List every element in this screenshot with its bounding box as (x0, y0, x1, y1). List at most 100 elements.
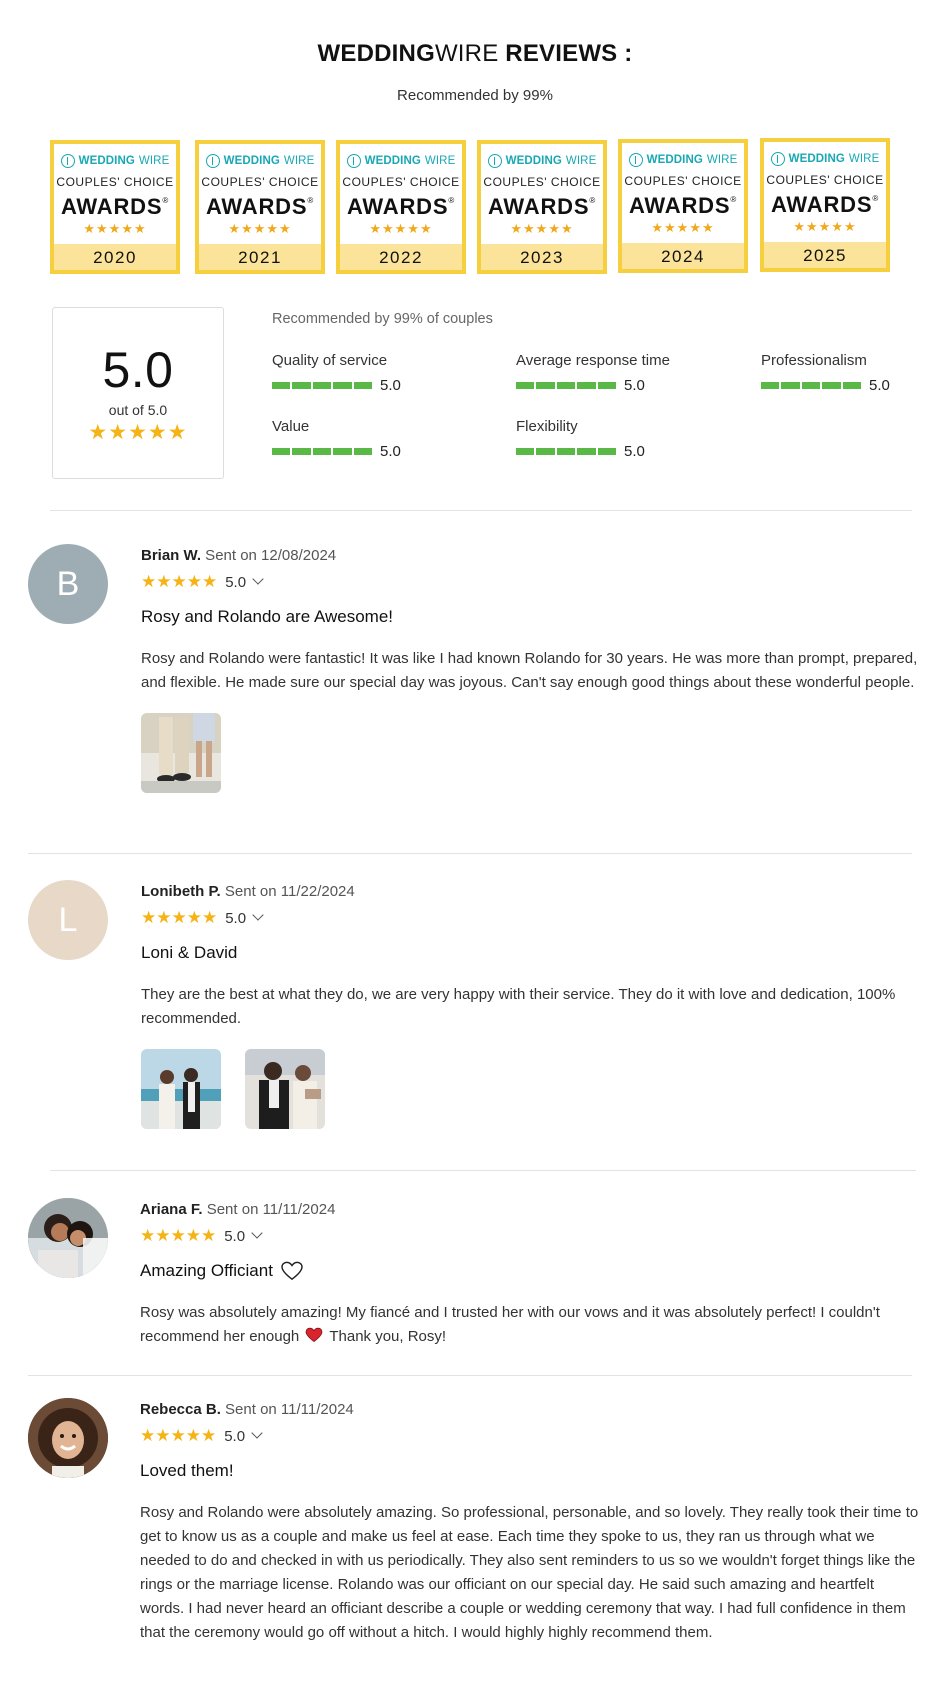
metric-average-response-time: Average response time 5.0 (516, 352, 736, 394)
heart-outline-icon (281, 1261, 303, 1281)
review-rating[interactable]: ★★★★★ 5.0 (141, 908, 941, 928)
registered-mark: ® (448, 196, 456, 205)
chevron-down-icon[interactable] (252, 909, 264, 921)
review-title-text: Loni & David (141, 943, 238, 962)
weddingwire-mark-icon (346, 154, 361, 168)
brand-light: WIRE (283, 155, 315, 167)
badge-awards: AWARDS (770, 192, 873, 217)
review-rating[interactable]: ★★★★★ 5.0 (141, 572, 941, 592)
badge-stars: ★★★★★ (228, 221, 292, 236)
page-subtitle: Recommended by 99% (397, 87, 553, 104)
registered-mark: ® (162, 196, 170, 205)
divider (28, 853, 912, 854)
review-photo[interactable] (141, 1049, 221, 1129)
review-photos (141, 1049, 941, 1129)
review-body: Rebecca B. Sent on 11/11/2024 ★★★★★ 5.0 … (140, 1398, 940, 1645)
badge-awards: AWARDS (60, 194, 163, 219)
review-title-text: Loved them! (140, 1461, 234, 1480)
review-rating[interactable]: ★★★★★ 5.0 (140, 1426, 940, 1446)
metric-value: 5.0 (380, 443, 401, 460)
reviewer-name: Rebecca B. (140, 1401, 221, 1418)
review-title: Rosy and Rolando are Awesome! (141, 607, 941, 627)
review-text: Rosy and Rolando were absolutely amazing… (140, 1504, 919, 1641)
review-card: L Lonibeth P. Sent on 11/22/2024 ★★★★★ 5… (28, 880, 908, 1170)
reviewer-name: Brian W. (141, 547, 202, 564)
badge-line2: AWARDS® (54, 189, 176, 219)
rating-stars: ★★★★★ (140, 1226, 217, 1245)
badge-stars: ★★★★★ (651, 220, 715, 235)
weddingwire-logo: WEDDING WIRE (199, 154, 321, 168)
rating-stars: ★★★★★ (141, 908, 218, 927)
award-badge-2021: WEDDING WIRE COUPLES' CHOICE AWARDS® ★★★★… (195, 140, 325, 274)
overall-score-card: 5.0 out of 5.0 ★★★★★ (52, 307, 224, 479)
award-badge-2025: WEDDING WIRE COUPLES' CHOICE AWARDS® ★★★★… (760, 138, 890, 272)
avatar (28, 1198, 108, 1278)
badge-stars: ★★★★★ (793, 219, 857, 234)
chevron-down-icon[interactable] (251, 1227, 263, 1239)
page-title: WEDDINGWIRE REVIEWS : (0, 40, 950, 68)
review-text: Rosy and Rolando were fantastic! It was … (141, 650, 918, 691)
badge-line1: COUPLES' CHOICE (342, 175, 460, 189)
metric-value: 5.0 (380, 377, 401, 394)
metric-bar (272, 382, 373, 389)
award-badge-2022: WEDDING WIRE COUPLES' CHOICE AWARDS® ★★★★… (336, 140, 466, 274)
metric-value: 5.0 (624, 377, 645, 394)
rating-stars: ★★★★★ (141, 572, 218, 591)
metric-label: Average response time (516, 352, 670, 369)
badge-line1: COUPLES' CHOICE (766, 173, 884, 187)
recommended-line: Recommended by 99% of couples (272, 311, 493, 327)
review-text-part2: Thank you, Rosy! (329, 1328, 447, 1345)
badge-awards: AWARDS (346, 194, 449, 219)
review-title-text: Amazing Officiant (140, 1261, 273, 1280)
review-date: Sent on 11/22/2024 (220, 883, 355, 900)
weddingwire-mark-icon (60, 154, 75, 168)
review-header: Brian W. Sent on 12/08/2024 (141, 547, 941, 564)
metric-label: Professionalism (761, 352, 867, 369)
photo-legs-icon (141, 713, 221, 793)
brand-light: WIRE (706, 154, 738, 166)
review-date: Sent on 11/11/2024 (220, 1401, 354, 1418)
brand-light: WIRE (138, 155, 170, 167)
brand-bold: WEDDING (364, 155, 421, 167)
review-date: Sent on 12/08/2024 (201, 547, 337, 564)
brand-bold: WEDDING (78, 155, 135, 167)
award-badges: WEDDING WIRE COUPLES' CHOICE AWARDS® ★★★★… (50, 138, 900, 274)
badge-awards: AWARDS (628, 193, 731, 218)
badge-line2: AWARDS® (481, 189, 603, 219)
badge-year: 2024 (622, 243, 744, 269)
rating-score: 5.0 (224, 1227, 246, 1245)
registered-mark: ® (589, 196, 597, 205)
overall-stars: ★★★★★ (88, 421, 188, 444)
photo-ceremony-icon (141, 1049, 221, 1129)
photo-officiant-icon (245, 1049, 325, 1129)
badge-year: 2020 (54, 244, 176, 270)
reviewer-name: Ariana F. (140, 1201, 203, 1218)
weddingwire-mark-icon (487, 154, 502, 168)
metric-label: Value (272, 418, 310, 435)
review-photo[interactable] (141, 713, 221, 793)
badge-year: 2022 (340, 244, 462, 270)
avatar-photo-woman-icon (28, 1398, 108, 1478)
badge-line2: AWARDS® (340, 189, 462, 219)
review-photo[interactable] (245, 1049, 325, 1129)
review-card: B Brian W. Sent on 12/08/2024 ★★★★★ 5.0 … (28, 544, 917, 824)
title-bold: WEDDING (317, 40, 435, 67)
registered-mark: ® (307, 196, 315, 205)
review-card: Rebecca B. Sent on 11/11/2024 ★★★★★ 5.0 … (28, 1398, 918, 1698)
review-title: Amazing Officiant (140, 1261, 940, 1281)
badge-line1: COUPLES' CHOICE (483, 175, 601, 189)
rating-score: 5.0 (225, 573, 247, 591)
chevron-down-icon[interactable] (251, 1427, 263, 1439)
review-title: Loni & David (141, 943, 941, 963)
badge-year: 2023 (481, 244, 603, 270)
chevron-down-icon[interactable] (252, 573, 264, 585)
brand-light: WIRE (565, 155, 597, 167)
weddingwire-mark-icon (628, 153, 643, 167)
review-rating[interactable]: ★★★★★ 5.0 (140, 1226, 940, 1246)
avatar: L (28, 880, 108, 960)
badge-line1: COUPLES' CHOICE (201, 175, 319, 189)
badge-awards: AWARDS (205, 194, 308, 219)
badge-year: 2021 (199, 244, 321, 270)
metric-flexibility: Flexibility 5.0 (516, 418, 736, 460)
divider (28, 1375, 912, 1376)
